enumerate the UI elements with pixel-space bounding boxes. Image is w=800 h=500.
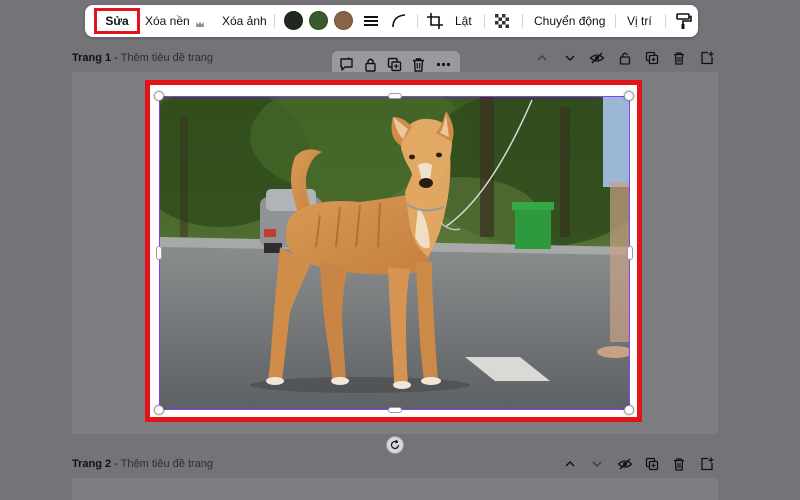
title-separator: -: [111, 52, 121, 64]
resize-handle-bottom-left[interactable]: [154, 405, 164, 415]
comment-icon[interactable]: [338, 56, 355, 73]
chevron-down-icon[interactable]: [589, 456, 605, 472]
toolbar-divider: [274, 14, 275, 28]
page-1-title-placeholder: Thêm tiêu đề trang: [120, 52, 214, 64]
duplicate-icon[interactable]: [386, 56, 403, 73]
remove-background-label: Xóa nền: [145, 14, 190, 28]
toolbar-divider: [522, 14, 523, 28]
selected-photo[interactable]: [160, 97, 630, 410]
crop-icon[interactable]: [425, 11, 445, 31]
corner-rounding-icon[interactable]: [389, 11, 409, 31]
resize-handle-bottom[interactable]: [388, 407, 402, 413]
trash-icon[interactable]: [410, 56, 427, 73]
lock-page-icon[interactable]: [617, 50, 633, 66]
chevron-up-icon[interactable]: [562, 456, 578, 472]
resize-handle-left[interactable]: [156, 246, 162, 260]
toolbar-divider: [484, 14, 485, 28]
hide-page-icon[interactable]: [617, 456, 633, 472]
page-2-title-placeholder: Thêm tiêu đề trang: [120, 458, 214, 470]
add-page-icon[interactable]: [699, 456, 715, 472]
page-2-title[interactable]: Trang 2 - Thêm tiêu đề trang: [72, 458, 213, 470]
animate-label: Chuyển động: [534, 14, 606, 28]
color-swatch-green[interactable]: [309, 11, 328, 30]
page-1-label: Trang 1: [72, 52, 112, 64]
crown-icon: [195, 16, 205, 27]
remove-image-label: Xóa ảnh: [222, 14, 267, 28]
border-style-icon[interactable]: [361, 11, 381, 31]
position-button[interactable]: Vị trí: [627, 5, 652, 37]
rotate-icon: [390, 439, 400, 450]
image-toolbar: Sửa Xóa nền Xóa ảnh Lật Chuyển động Vị t…: [85, 5, 698, 37]
resize-handle-top-left[interactable]: [154, 91, 164, 101]
color-swatch-brown[interactable]: [334, 11, 353, 30]
duplicate-page-icon[interactable]: [644, 456, 660, 472]
chevron-down-icon[interactable]: [562, 50, 578, 66]
delete-page-icon[interactable]: [671, 456, 687, 472]
delete-page-icon[interactable]: [671, 50, 687, 66]
dog-photo: [160, 97, 630, 410]
animate-button[interactable]: Chuyển động: [534, 5, 605, 37]
remove-background-button[interactable]: Xóa nền: [145, 5, 190, 37]
duplicate-page-icon[interactable]: [644, 50, 660, 66]
flip-label: Lật: [455, 14, 472, 28]
paint-format-icon[interactable]: [673, 11, 693, 31]
toolbar-divider: [615, 14, 616, 28]
remove-image-button[interactable]: Xóa ảnh: [222, 5, 267, 37]
add-page-icon[interactable]: [699, 50, 715, 66]
title-separator: -: [111, 458, 121, 470]
rotate-handle[interactable]: [386, 436, 404, 454]
resize-handle-top[interactable]: [388, 93, 402, 99]
position-label: Vị trí: [627, 14, 652, 28]
color-swatch-dark[interactable]: [284, 11, 303, 30]
page-1-title[interactable]: Trang 1 - Thêm tiêu đề trang: [72, 52, 213, 64]
more-options-icon[interactable]: [435, 56, 452, 73]
resize-handle-top-right[interactable]: [624, 91, 634, 101]
toolbar-divider: [417, 14, 418, 28]
page-2-label: Trang 2: [72, 458, 112, 470]
hide-page-icon[interactable]: [589, 50, 605, 66]
chevron-up-icon[interactable]: [534, 50, 550, 66]
lock-icon[interactable]: [362, 56, 379, 73]
edit-button[interactable]: Sửa: [94, 8, 140, 34]
resize-handle-right[interactable]: [627, 246, 633, 260]
flip-button[interactable]: Lật: [455, 5, 472, 37]
page-2-canvas[interactable]: [72, 478, 718, 500]
resize-handle-bottom-right[interactable]: [624, 405, 634, 415]
transparency-icon[interactable]: [492, 11, 512, 31]
toolbar-divider: [665, 14, 666, 28]
